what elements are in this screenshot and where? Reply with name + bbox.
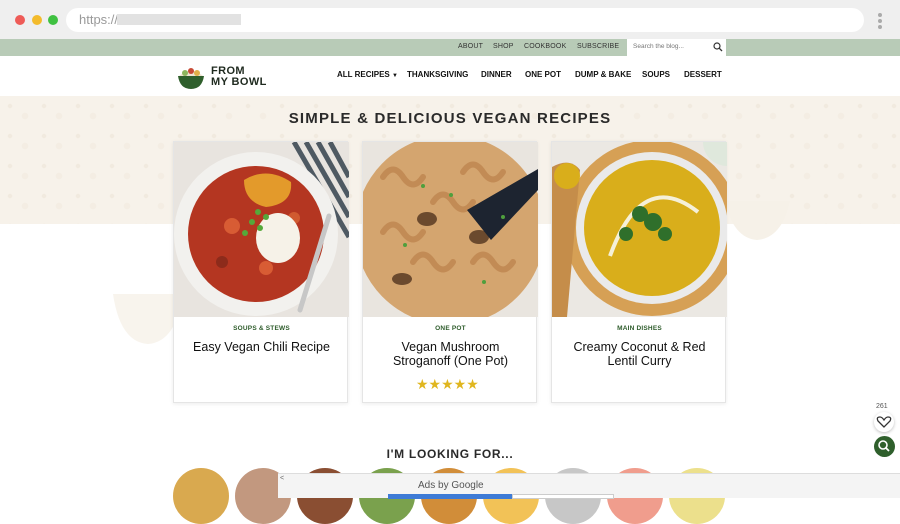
heart-icon xyxy=(876,416,892,428)
subscribe-link[interactable]: SUBSCRIBE xyxy=(577,43,619,50)
recipe-card-curry[interactable]: MAIN DISHES Creamy Coconut & Red Lentil … xyxy=(551,141,727,403)
favorite-button[interactable] xyxy=(874,412,894,432)
recipe-category[interactable]: SOUPS & STEWS xyxy=(174,325,349,332)
nav-dessert[interactable]: DESSERT xyxy=(684,70,722,79)
recipe-title[interactable]: Creamy Coconut & Red Lentil Curry xyxy=(562,340,717,368)
redacted-url xyxy=(117,14,241,25)
blog-search[interactable]: Search the blog... xyxy=(627,39,726,56)
category-circle[interactable] xyxy=(173,468,229,524)
looking-for-title: I'M LOOKING FOR... xyxy=(386,447,514,461)
ad-progress-bar xyxy=(388,494,512,499)
recipe-title[interactable]: Vegan Mushroom Stroganoff (One Pot) xyxy=(373,340,528,368)
page-title: SIMPLE & DELICIOUS VEGAN RECIPES xyxy=(288,110,612,127)
logo-wordmark: FROM MY BOWL xyxy=(211,66,267,88)
favorites-count: 261 xyxy=(876,403,888,410)
maximize-window-button[interactable] xyxy=(48,15,58,25)
recipe-category[interactable]: MAIN DISHES xyxy=(552,325,727,332)
about-link[interactable]: ABOUT xyxy=(458,43,483,50)
curry-image[interactable] xyxy=(552,142,727,317)
site-header: FROM MY BOWL ALL RECIPES ▼ THANKSGIVING … xyxy=(0,56,900,96)
url-prefix: https:// xyxy=(79,12,119,27)
ad-collapse-icon[interactable]: < xyxy=(280,475,284,482)
recipe-title[interactable]: Easy Vegan Chili Recipe xyxy=(184,340,339,354)
browser-menu-icon[interactable] xyxy=(878,13,882,30)
nav-one-pot[interactable]: ONE POT xyxy=(525,70,561,79)
browser-chrome: https:// xyxy=(0,0,900,40)
minimize-window-button[interactable] xyxy=(32,15,42,25)
cookbook-link[interactable]: COOKBOOK xyxy=(524,43,566,50)
shop-link[interactable]: SHOP xyxy=(493,43,514,50)
magnify-icon xyxy=(878,440,890,452)
logo-line-2: MY BOWL xyxy=(211,76,267,88)
address-bar[interactable]: https:// xyxy=(66,8,864,32)
chevron-down-icon: ▼ xyxy=(391,73,398,79)
nav-dump-and-bake[interactable]: DUMP & BAKE xyxy=(575,70,631,79)
site-logo[interactable]: FROM MY BOWL xyxy=(177,61,277,93)
bowl-logo-icon xyxy=(178,68,204,89)
nav-all-recipes[interactable]: ALL RECIPES ▼ xyxy=(337,70,398,79)
nav-soups[interactable]: SOUPS xyxy=(642,70,670,79)
nav-dinner[interactable]: DINNER xyxy=(481,70,512,79)
search-icon[interactable] xyxy=(713,42,723,52)
chili-image[interactable] xyxy=(174,142,349,317)
recipe-card-stroganoff[interactable]: ONE POT Vegan Mushroom Stroganoff (One P… xyxy=(362,141,538,403)
ad-placeholder xyxy=(512,494,614,499)
utility-bar: ABOUT SHOP COOKBOOK SUBSCRIBE Search the… xyxy=(0,39,900,56)
nav-all-recipes-label: ALL RECIPES xyxy=(337,70,390,79)
background-bowl-illustration-right xyxy=(725,201,790,240)
ad-label: Ads by Google xyxy=(418,480,484,491)
search-button[interactable] xyxy=(874,436,895,457)
recipe-card-chili[interactable]: SOUPS & STEWS Easy Vegan Chili Recipe xyxy=(173,141,349,403)
recipe-category[interactable]: ONE POT xyxy=(363,325,538,332)
close-window-button[interactable] xyxy=(15,15,25,25)
nav-thanksgiving[interactable]: THANKSGIVING xyxy=(407,70,468,79)
recipe-rating-stars: ★★★★★ xyxy=(416,376,479,392)
ad-banner[interactable]: < Ads by Google xyxy=(278,473,900,499)
stroganoff-image[interactable] xyxy=(363,142,538,317)
search-input[interactable]: Search the blog... xyxy=(633,43,684,50)
